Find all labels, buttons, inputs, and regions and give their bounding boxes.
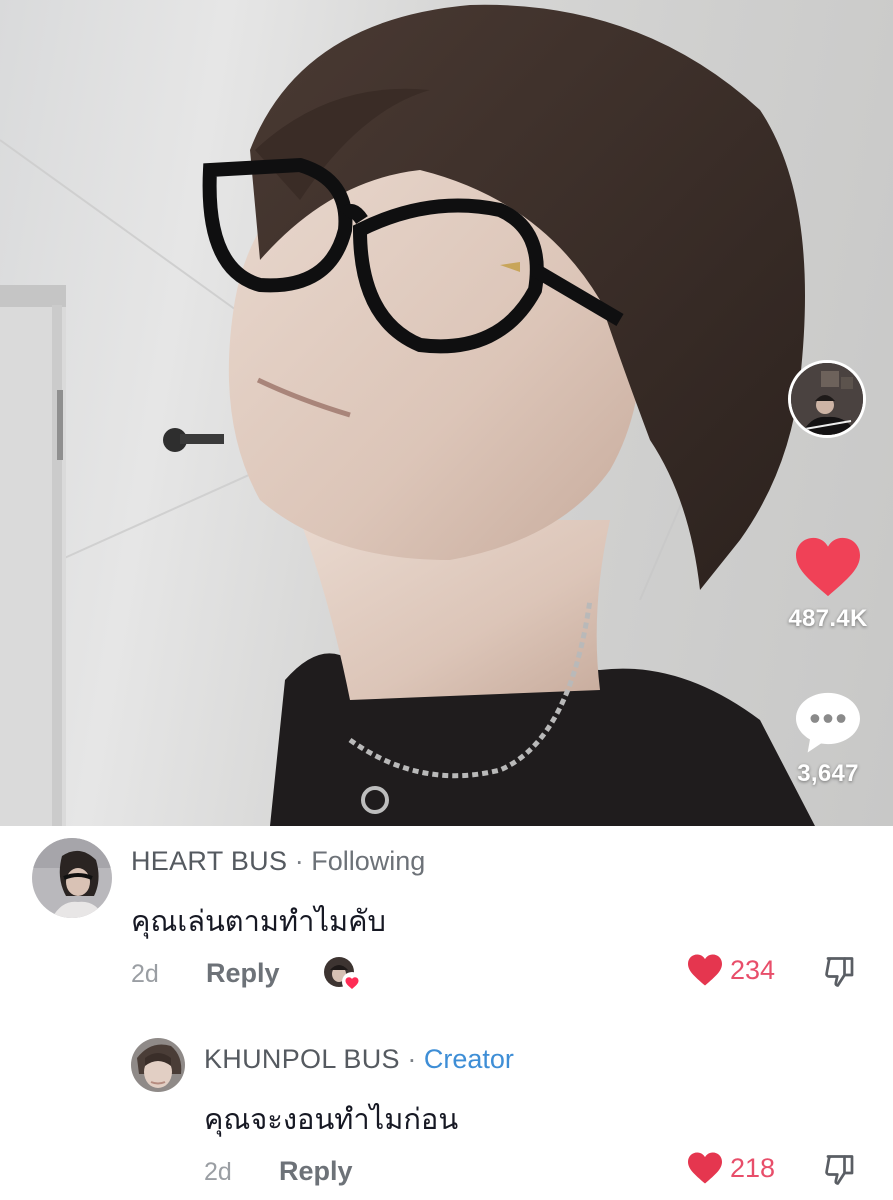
- comment-header: HEART BUS · Following: [131, 846, 425, 877]
- creator-avatar-photo: [791, 363, 863, 435]
- reply-item: KHUNPOL BUS · Creator คุณจะงอนทำไมก่อน 2…: [0, 1026, 893, 1200]
- reply-author[interactable]: KHUNPOL BUS: [204, 1044, 400, 1074]
- reply-like-button[interactable]: 218: [686, 1148, 775, 1188]
- comment-text: คุณเล่นตามทำไมคับ: [131, 904, 386, 938]
- dislike-icon[interactable]: [822, 954, 858, 990]
- video-like-count: 487.4K: [788, 605, 868, 632]
- heart-icon: [796, 537, 860, 597]
- comment-bubble-icon: [796, 692, 860, 753]
- video-comment-count: 3,647: [797, 760, 859, 787]
- dislike-icon[interactable]: [822, 1152, 858, 1188]
- comment-item: HEART BUS · Following คุณเล่นตามทำไมคับ …: [0, 826, 893, 1026]
- reply-button[interactable]: Reply: [279, 1156, 353, 1187]
- creator-liked-icon: [322, 954, 362, 992]
- heart-icon: [688, 1152, 722, 1184]
- video-like-button[interactable]: 487.4K: [763, 535, 893, 633]
- comment-section: HEART BUS · Following คุณเล่นตามทำไมคับ …: [0, 826, 893, 1200]
- creator-avatar[interactable]: [788, 360, 866, 464]
- comment-age: 2d: [131, 960, 159, 988]
- separator-dot: ·: [407, 1044, 424, 1074]
- commenter-avatar[interactable]: [32, 838, 112, 918]
- commenter-avatar-photo: [32, 838, 112, 918]
- reply-age: 2d: [204, 1158, 232, 1186]
- video-player[interactable]: 487.4K 3,647: [0, 0, 893, 826]
- reply-like-count: 218: [730, 1152, 776, 1183]
- separator-dot: ·: [294, 846, 312, 876]
- reply-author-avatar[interactable]: [131, 1038, 185, 1092]
- creator-badge: Creator: [423, 1044, 514, 1074]
- video-frame: [0, 4, 815, 826]
- side-action-bar: 487.4K 3,647: [763, 0, 893, 826]
- comment-author[interactable]: HEART BUS: [131, 846, 287, 876]
- comment-like-count: 234: [730, 954, 776, 985]
- reply-text: คุณจะงอนทำไมก่อน: [204, 1102, 459, 1136]
- relation-label: Following: [311, 846, 426, 876]
- reply-header: KHUNPOL BUS · Creator: [204, 1044, 514, 1075]
- reply-author-avatar-photo: [131, 1038, 185, 1092]
- video-comment-button[interactable]: 3,647: [763, 690, 893, 788]
- comment-like-button[interactable]: 234: [686, 950, 775, 990]
- reply-button[interactable]: Reply: [206, 958, 280, 989]
- heart-icon: [688, 954, 722, 986]
